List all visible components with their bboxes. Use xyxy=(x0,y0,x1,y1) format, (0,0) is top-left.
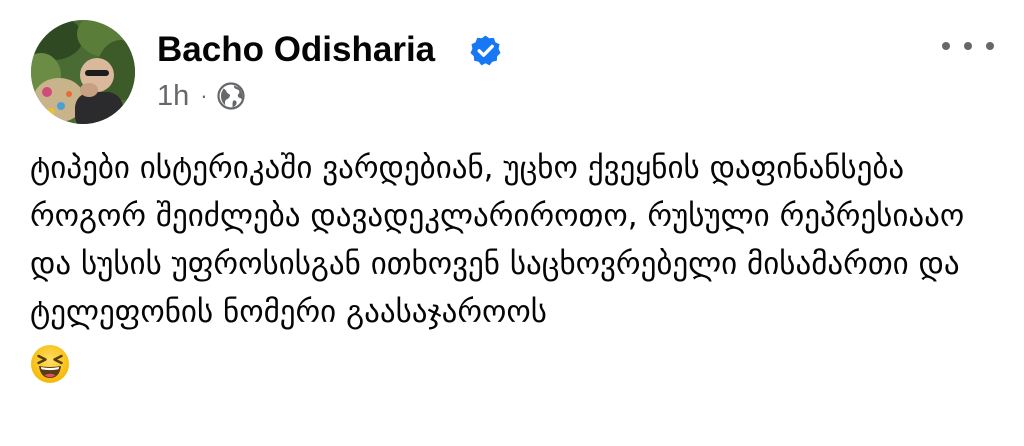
post-meta: 1h · xyxy=(157,78,245,114)
laughing-face-emoji-icon xyxy=(30,344,70,384)
avatar[interactable] xyxy=(31,20,135,124)
more-options-dot xyxy=(986,42,994,50)
post-body: ტიპები ისტერიკაში ვარდებიან, უცხო ქვეყნი… xyxy=(30,144,1000,384)
post-timestamp[interactable]: 1h xyxy=(157,78,189,114)
post-text: ტიპები ისტერიკაში ვარდებიან, უცხო ქვეყნი… xyxy=(30,150,965,330)
verified-badge-icon xyxy=(469,34,502,67)
globe-icon[interactable] xyxy=(216,82,245,110)
meta-separator: · xyxy=(200,83,208,108)
more-options-dot xyxy=(964,42,972,50)
more-options-dot xyxy=(942,42,950,50)
facebook-post: Bacho Odisharia 1h · ტიპები ისტერიკაში ვ… xyxy=(0,0,1024,446)
author-name[interactable]: Bacho Odisharia xyxy=(157,29,435,71)
more-options-icon[interactable] xyxy=(942,33,994,59)
